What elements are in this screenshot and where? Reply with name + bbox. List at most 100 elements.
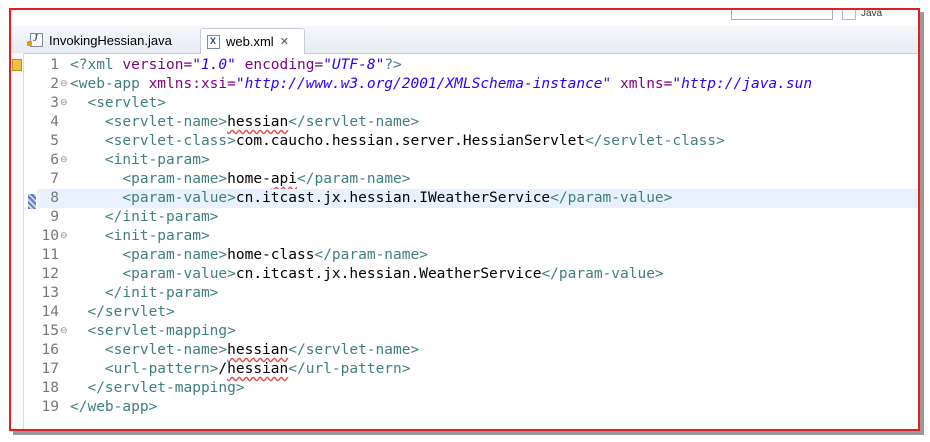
xml-attribute: version=	[122, 57, 193, 73]
code-line[interactable]: 18 </servlet-mapping>	[37, 379, 918, 398]
xml-attribute: xmlns:xsi=	[148, 76, 236, 92]
code-line[interactable]: 6 ⊖ <init-param>	[37, 151, 918, 170]
tab-invoking-hessian-java[interactable]: InvokingHessian.java	[26, 28, 196, 52]
line-code: </init-param>	[70, 208, 219, 227]
code-line[interactable]: 3 ⊖ <servlet>	[37, 94, 918, 113]
spelling-error-word: hessian	[227, 342, 289, 358]
xml-text	[70, 228, 105, 244]
quick-access-field[interactable]	[731, 10, 833, 20]
code-line[interactable]: 8 <param-value>cn.itcast.jx.hessian.IWea…	[37, 189, 918, 208]
code-line[interactable]: 9 </init-param>	[37, 208, 918, 227]
code-line[interactable]: 4 <servlet-name>hessian</servlet-name>	[37, 113, 918, 132]
xml-tag: xml	[87, 57, 123, 73]
line-number: 3	[50, 95, 59, 111]
tab-label: web.xml	[226, 34, 274, 49]
code-line[interactable]: 13 </init-param>	[37, 284, 918, 303]
line-number: 10	[41, 228, 59, 244]
code-line[interactable]: 17 <url-pattern>/hessian</url-pattern>	[37, 360, 918, 379]
xml-attribute-value: "UTF-8"	[323, 57, 385, 73]
fold-toggle-icon[interactable]: ⊖	[60, 151, 68, 170]
editor-window: Java InvokingHessian.java web.xml ✕ 1<?x…	[9, 8, 920, 431]
xml-tag: <servlet>	[87, 95, 167, 111]
fold-toggle-icon[interactable]: ⊖	[60, 75, 68, 94]
fold-toggle-icon[interactable]: ⊖	[60, 322, 68, 341]
xml-text	[70, 361, 105, 377]
line-number: 4	[50, 114, 59, 130]
xml-tag: <servlet-name>	[104, 342, 228, 358]
line-number: 18	[41, 380, 59, 396]
xml-text	[70, 342, 105, 358]
xml-text: /	[218, 361, 228, 377]
xml-attribute-value: "http://java.sun	[672, 76, 813, 92]
line-number: 15	[41, 323, 59, 339]
code-line[interactable]: 5 <servlet-class>com.caucho.hessian.serv…	[37, 132, 918, 151]
line-code: <servlet-name>hessian</servlet-name>	[70, 113, 419, 132]
close-icon[interactable]: ✕	[280, 35, 289, 48]
line-code: <init-param>	[70, 227, 210, 246]
xml-tag: <init-param>	[104, 228, 210, 244]
line-number: 13	[41, 285, 59, 301]
xml-text	[70, 304, 87, 320]
xml-tag: </servlet-name>	[288, 114, 420, 130]
marker-bar	[11, 53, 24, 429]
code-line[interactable]: 12 <param-value>cn.itcast.jx.hessian.Wea…	[37, 265, 918, 284]
xml-file-icon	[207, 34, 220, 49]
line-code: </servlet-mapping>	[70, 379, 245, 398]
xml-tag: </param-name>	[297, 171, 411, 187]
code-line[interactable]: 7 <param-name>home-api</param-name>	[37, 170, 918, 189]
line-code: <param-value>cn.itcast.jx.hessian.Weathe…	[70, 265, 663, 284]
line-number: 7	[50, 171, 59, 187]
xml-tag: <param-name>	[122, 171, 228, 187]
xml-attribute-value: "http://www.w3.org/2001/XMLSchema-instan…	[235, 76, 612, 92]
line-code: <servlet-mapping>	[70, 322, 235, 341]
line-code: <param-value>cn.itcast.jx.hessian.IWeath…	[70, 189, 672, 208]
xml-tag: <param-name>	[122, 247, 228, 263]
line-number: 6	[50, 152, 59, 168]
code-line[interactable]: 14 </servlet>	[37, 303, 918, 322]
code-line[interactable]: 2 ⊖ <web-app xmlns:xsi="http://www.w3.org/…	[37, 75, 918, 94]
code-editor[interactable]: 1 <?xml version="1.0" encoding="UTF-8"?> 2…	[37, 53, 918, 429]
xml-text: home-	[227, 171, 271, 187]
xml-tag: </servlet-name>	[288, 342, 420, 358]
xml-tag: <servlet-class>	[104, 133, 236, 149]
line-number: 2	[50, 76, 59, 92]
xml-text	[70, 190, 122, 206]
xml-tag: </servlet-mapping>	[87, 380, 245, 396]
code-line[interactable]: 19 </web-app>	[37, 398, 918, 417]
code-line[interactable]: 16 <servlet-name>hessian</servlet-name>	[37, 341, 918, 360]
xml-attribute: xmlns=	[611, 76, 673, 92]
fold-toggle-icon[interactable]: ⊖	[60, 94, 68, 113]
code-line[interactable]: 11 <param-name>home-class</param-name>	[37, 246, 918, 265]
line-number: 9	[50, 209, 59, 225]
code-line[interactable]: 15 ⊖ <servlet-mapping>	[37, 322, 918, 341]
xml-text	[70, 95, 87, 111]
window-shadow-bottom	[13, 431, 924, 435]
code-line[interactable]: 10 ⊖ <init-param>	[37, 227, 918, 246]
line-code: <param-name>home-class</param-name>	[70, 246, 428, 265]
xml-tag: <?	[70, 57, 88, 73]
xml-tag: <param-value>	[122, 266, 236, 282]
line-number: 12	[41, 266, 59, 282]
tab-web-xml[interactable]: web.xml ✕	[200, 28, 305, 54]
xml-text: home-class	[227, 247, 315, 263]
open-perspective-button[interactable]	[842, 10, 856, 20]
xml-attribute: encoding=	[235, 57, 324, 73]
line-number: 17	[41, 361, 59, 377]
line-number: 5	[50, 133, 59, 149]
xml-text	[70, 266, 122, 282]
xml-text	[70, 133, 105, 149]
xml-tag: <param-value>	[122, 190, 236, 206]
xml-tag: ?>	[384, 57, 402, 73]
xml-tag: </url-pattern>	[288, 361, 411, 377]
xml-text	[70, 323, 87, 339]
line-code: <web-app xmlns:xsi="http://www.w3.org/20…	[70, 75, 812, 94]
fold-toggle-icon[interactable]: ⊖	[60, 227, 68, 246]
perspective-java-button[interactable]: Java	[861, 10, 882, 19]
xml-tag: </servlet>	[87, 304, 175, 320]
xml-text	[70, 171, 122, 187]
code-line[interactable]: 1 <?xml version="1.0" encoding="UTF-8"?>	[37, 56, 918, 75]
xml-text: cn.itcast.jx.hessian.IWeatherService	[235, 190, 551, 206]
line-number: 1	[50, 57, 59, 73]
toolbar-strip: Java	[731, 10, 918, 24]
line-number: 19	[41, 399, 59, 415]
